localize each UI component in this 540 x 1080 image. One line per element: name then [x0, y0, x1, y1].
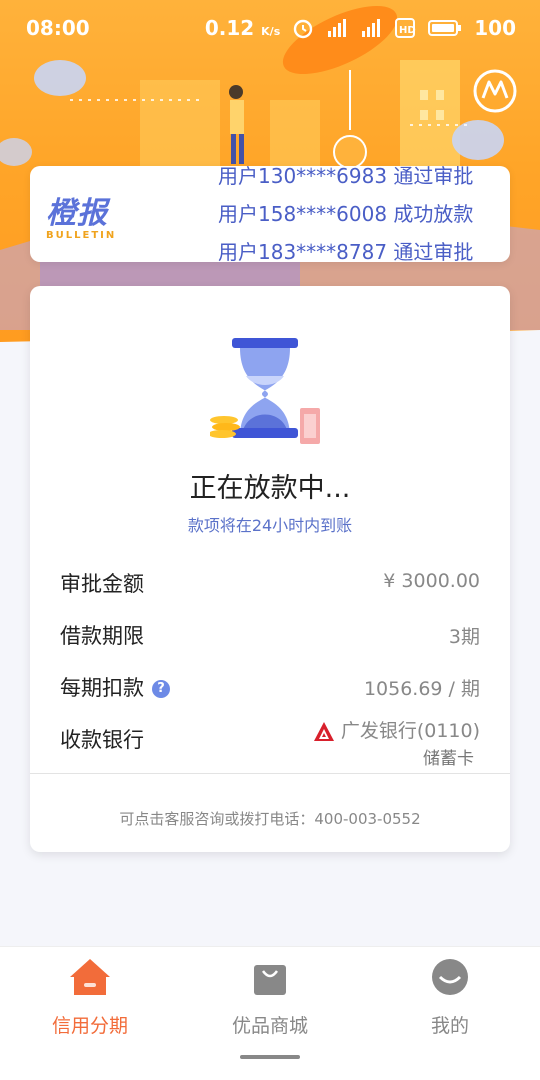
signal-icon — [328, 19, 347, 37]
installment-value: 1056.69 / 期 — [363, 678, 480, 700]
signal-icon-2 — [362, 19, 381, 37]
status-bar: 08:00 0.12 K/s HD 100 — [0, 0, 540, 56]
hourglass-icon — [210, 338, 320, 444]
approved-amount-row: 审批金额 ¥ 3000.00 — [60, 568, 480, 598]
nav-label: 信用分期 — [51, 1015, 128, 1037]
bank-logo-icon — [313, 721, 334, 741]
bulletin-line: 用户130****6983 通过审批 — [218, 166, 474, 188]
battery-level: 100 — [474, 16, 516, 40]
alarm-icon — [294, 19, 313, 39]
installment-label: 每期扣款? — [60, 672, 170, 702]
home-indicator[interactable] — [240, 1055, 300, 1059]
bulletin-line: 用户183****8787 通过审批 — [218, 240, 474, 262]
network-speed: 0.12 K/s — [204, 16, 281, 40]
nav-label: 优品商城 — [231, 1015, 308, 1037]
loan-term-value: 3期 — [448, 626, 480, 648]
receiving-bank-row: 收款银行 广发银行(0110) 储蓄卡 — [60, 720, 480, 774]
nav-credit-installment[interactable]: 信用分期 — [0, 955, 180, 1038]
nav-mall[interactable]: 优品商城 — [180, 955, 360, 1038]
bottom-navigation: 信用分期 优品商城 我的 — [0, 946, 540, 1080]
bulletin-line: 用户158****6008 成功放款 — [218, 202, 474, 226]
bulletin-brand: 橙报 BULLETIN — [46, 188, 166, 241]
hd-icon: HD — [395, 18, 416, 38]
loan-term-label: 借款期限 — [60, 624, 144, 648]
bulletin-subtitle: BULLETIN — [46, 230, 117, 241]
receiving-bank-value: 广发银行(0110) — [313, 716, 480, 743]
home-icon — [70, 959, 110, 995]
profile-icon — [432, 959, 468, 995]
loan-status-title: 正在放款中... — [189, 473, 351, 504]
loan-term-row: 借款期限 3期 — [60, 620, 480, 650]
nav-profile[interactable]: 我的 — [360, 955, 540, 1038]
status-time: 08:00 — [26, 16, 90, 40]
brand-logo-icon[interactable] — [472, 68, 518, 114]
battery-icon — [428, 20, 462, 36]
service-hotline[interactable]: 可点击客服咨询或拨打电话：400-003-0552 — [30, 808, 510, 829]
help-icon[interactable]: ? — [152, 680, 170, 698]
bank-card-type: 储蓄卡 — [423, 749, 474, 769]
bulletin-card[interactable]: 橙报 BULLETIN 用户130****6983 通过审批 用户158****… — [30, 166, 510, 262]
loan-status-subtitle: 款项将在24小时内到账 — [187, 516, 353, 535]
bulletin-title: 橙报 — [46, 197, 108, 230]
svg-text:HD: HD — [399, 25, 416, 36]
bulletin-ticker: 用户130****6983 通过审批 用户158****6008 成功放款 用户… — [188, 166, 488, 262]
nav-label: 我的 — [430, 1015, 469, 1037]
approved-amount-label: 审批金额 — [60, 572, 144, 596]
card-divider — [30, 773, 510, 774]
installment-row: 每期扣款? 1056.69 / 期 — [60, 672, 480, 702]
receiving-bank-label: 收款银行 — [60, 728, 144, 752]
shopping-bag-icon — [254, 965, 286, 995]
approved-amount-value: ¥ 3000.00 — [383, 570, 480, 592]
loan-status-card: 正在放款中... 款项将在24小时内到账 审批金额 ¥ 3000.00 借款期限… — [30, 286, 510, 852]
status-indicators: 0.12 K/s HD 100 — [205, 16, 516, 40]
